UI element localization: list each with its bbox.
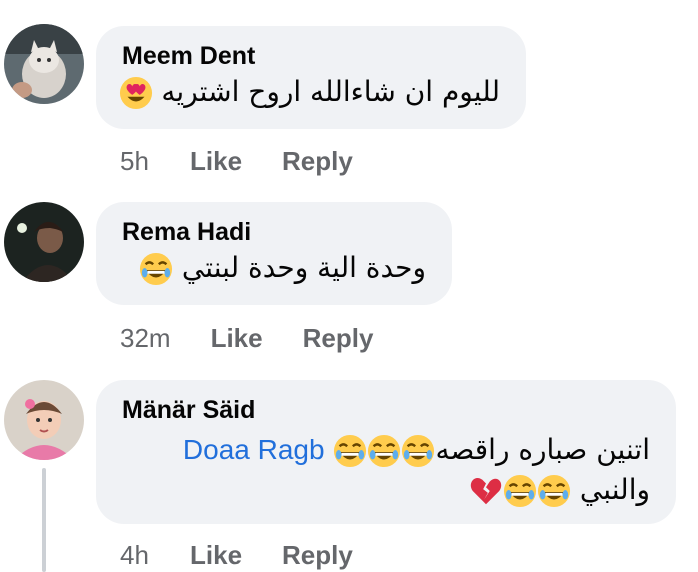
laughing-icon — [139, 252, 173, 286]
comment-actions: 4h Like Reply — [120, 540, 353, 570]
comment-text: لليوم ان شاءالله اروح اشتريه — [119, 72, 500, 112]
reply-button[interactable]: Reply — [282, 146, 353, 176]
comment-author[interactable]: Mänär Säid — [122, 394, 650, 426]
avatar-meem-dent[interactable] — [4, 24, 84, 104]
comment-text-body: وحدة الية وحدة لبنتي — [181, 251, 426, 284]
comment-text: وحدة الية وحدة لبنتي — [122, 248, 426, 288]
comment-text-line-2: والنبي — [122, 470, 650, 510]
comment-actions: 32m Like Reply — [120, 323, 373, 353]
comment-bubble: Meem Dent لليوم ان شاءالله اروح اشتريه — [96, 26, 526, 129]
avatar-manar-said[interactable] — [4, 380, 84, 460]
heart-eyes-icon — [119, 76, 152, 110]
laughing-icon — [334, 434, 367, 468]
comment-author[interactable]: Meem Dent — [122, 40, 500, 72]
comment-text-body: اتنين صباره راقصه — [435, 433, 650, 466]
like-button[interactable]: Like — [190, 540, 242, 570]
comment-bubble: Rema Hadi وحدة الية وحدة لبنتي — [96, 202, 452, 305]
reply-button[interactable]: Reply — [282, 540, 353, 570]
like-button[interactable]: Like — [190, 146, 242, 176]
laughing-icon — [402, 434, 435, 468]
avatar-rema-hadi[interactable] — [4, 202, 84, 282]
laughing-icon — [368, 434, 401, 468]
comment-time[interactable]: 4h — [120, 540, 150, 570]
comment-time[interactable]: 5h — [120, 146, 150, 176]
comment-text-line-1: اتنين صباره راقصه Doaa Ragb — [122, 430, 650, 470]
comment-actions: 5h Like Reply — [120, 146, 353, 176]
mention-link[interactable]: Doaa Ragb — [183, 434, 325, 465]
reply-button[interactable]: Reply — [303, 323, 374, 353]
comment-text-body: لليوم ان شاءالله اروح اشتريه — [161, 75, 500, 108]
comment-text-body: والنبي — [579, 473, 650, 506]
comment-bubble: Mänär Säid اتنين صباره راقصه Doaa Ragb و… — [96, 380, 676, 524]
comment-time[interactable]: 32m — [120, 323, 171, 353]
laughing-icon — [537, 474, 571, 508]
broken-heart-icon — [470, 477, 502, 505]
laughing-icon — [503, 474, 537, 508]
comment-author[interactable]: Rema Hadi — [122, 216, 426, 248]
reply-thread-line — [42, 468, 46, 572]
like-button[interactable]: Like — [211, 323, 263, 353]
